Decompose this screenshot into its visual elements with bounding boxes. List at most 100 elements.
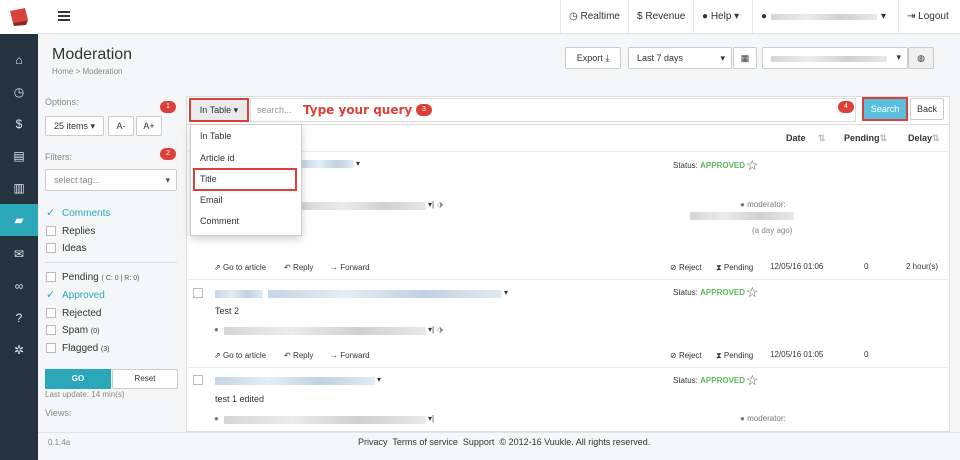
checkbox[interactable]: [46, 308, 56, 318]
comment-article[interactable]: [268, 290, 502, 298]
export-button[interactable]: Export ⤓: [565, 47, 621, 69]
pending-button[interactable]: ⧗ Pending: [716, 351, 753, 361]
search-button[interactable]: Search: [862, 97, 908, 121]
back-button[interactable]: Back: [910, 98, 944, 120]
divider: [45, 262, 177, 263]
checkbox[interactable]: [46, 325, 56, 335]
reset-button[interactable]: Reset: [112, 369, 178, 389]
caret-down-icon[interactable]: ▾|: [428, 200, 434, 209]
col-delay[interactable]: Delay⇅: [908, 133, 940, 144]
forward-link[interactable]: → Forward: [330, 351, 370, 360]
nav-revenue[interactable]: $ Revenue: [628, 0, 693, 34]
search-scope-button[interactable]: In Table ▾: [189, 98, 249, 122]
moderator-label: moderator:: [747, 200, 786, 209]
checkbox[interactable]: [46, 343, 56, 353]
go-to-article-link[interactable]: ⇗ Go to article: [214, 263, 266, 272]
dropdown-item-in-table[interactable]: In Table: [200, 131, 231, 141]
caret-down-icon[interactable]: ▾: [504, 288, 508, 297]
envelope-icon[interactable]: ✉: [0, 238, 38, 270]
comment-author[interactable]: [215, 377, 375, 385]
question-icon[interactable]: ?: [0, 302, 38, 334]
star-icon[interactable]: ☆: [746, 284, 759, 301]
dropdown-item-comment[interactable]: Comment: [200, 216, 239, 226]
row-checkbox[interactable]: [193, 375, 203, 385]
gear-icon[interactable]: ✲: [0, 334, 38, 366]
caret-down-icon[interactable]: ▾|: [428, 325, 434, 334]
filter-pending-label: Pending: [62, 272, 99, 283]
link-icon[interactable]: ∞: [0, 270, 38, 302]
comment-icon[interactable]: ▰: [0, 204, 38, 236]
hourglass-icon: ⧗: [716, 351, 722, 360]
reject-button[interactable]: ⊘ Reject: [670, 351, 702, 360]
terms-link[interactable]: Terms of service: [392, 437, 458, 447]
nav-realtime-label: Realtime: [580, 11, 620, 22]
privacy-link[interactable]: Privacy: [358, 437, 388, 447]
views-label: Views:: [45, 408, 72, 418]
bar-chart-icon[interactable]: ▥: [0, 172, 38, 204]
reply-link[interactable]: ↶ Reply: [284, 351, 313, 360]
dollar-icon[interactable]: $: [0, 108, 38, 140]
items-per-page-value: 25 items: [53, 121, 88, 131]
site-select[interactable]: ▾: [762, 47, 908, 69]
row-checkbox[interactable]: [193, 288, 203, 298]
nav-user[interactable]: ● ▾: [752, 0, 898, 34]
dropdown-item-email[interactable]: Email: [200, 195, 223, 205]
checkbox[interactable]: [46, 226, 56, 236]
user-icon: ●: [214, 325, 219, 334]
filter-spam-label: Spam: [62, 325, 89, 336]
dropdown-item-title[interactable]: Title: [200, 174, 217, 184]
row-delay: 2 hour(s): [906, 262, 939, 271]
items-per-page-select[interactable]: 25 items ▾: [45, 116, 104, 136]
time-ago: (a day ago): [752, 226, 793, 235]
star-icon[interactable]: ☆: [746, 157, 759, 174]
caret-down-icon: ▾: [165, 175, 170, 185]
caret-down-icon[interactable]: ▾|: [428, 414, 434, 423]
document-icon[interactable]: ▤: [0, 140, 38, 172]
star-icon[interactable]: ☆: [746, 372, 759, 389]
go-to-article-label: Go to article: [222, 351, 267, 360]
breadcrumb-home[interactable]: Home: [52, 67, 73, 76]
pending-button[interactable]: ⧗ Pending: [716, 263, 753, 273]
hamburger-menu-icon[interactable]: [58, 11, 70, 21]
reject-button[interactable]: ⊘ Reject: [670, 263, 702, 272]
col-date[interactable]: Date ⇅: [786, 133, 826, 144]
calendar-icon[interactable]: ▦: [733, 47, 757, 69]
home-icon[interactable]: ⌂: [0, 44, 38, 76]
font-larger-button[interactable]: A+: [136, 116, 162, 136]
logo[interactable]: [0, 0, 38, 34]
nav-realtime[interactable]: ◷ Realtime: [560, 0, 628, 34]
nav-logout[interactable]: ⇥ Logout: [898, 0, 960, 34]
reply-link[interactable]: ↶ Reply: [284, 263, 313, 272]
date-range-select[interactable]: Last 7 days ▾: [628, 47, 732, 69]
status-badge: APPROVED: [700, 288, 746, 297]
comment-author[interactable]: [215, 290, 263, 298]
clock-icon[interactable]: ◷: [0, 76, 38, 108]
checkbox[interactable]: [46, 243, 56, 253]
sort-icon: ⇅: [818, 133, 826, 143]
comment-author[interactable]: [302, 160, 354, 168]
row-pending: 0: [864, 350, 869, 359]
forward-link[interactable]: → Forward: [330, 263, 370, 272]
tag-icon[interactable]: ⬗: [437, 200, 443, 209]
font-smaller-button[interactable]: A-: [108, 116, 134, 136]
caret-down-icon: ▾: [896, 52, 901, 62]
page-title: Moderation: [52, 46, 133, 63]
go-button[interactable]: GO: [45, 369, 111, 389]
col-pending[interactable]: Pending⇅: [844, 133, 887, 144]
caret-down-icon[interactable]: ▾: [356, 159, 360, 168]
user-icon: ●: [740, 414, 745, 423]
go-to-article-link[interactable]: ⇗ Go to article: [214, 351, 266, 360]
filter-spam-count: (0): [90, 328, 100, 335]
nav-help[interactable]: ● Help ▾: [693, 0, 747, 34]
globe-icon[interactable]: ◍: [908, 47, 934, 69]
forward-icon: →: [330, 351, 338, 360]
tag-select[interactable]: select tag... ▾: [45, 169, 177, 191]
support-link[interactable]: Support: [463, 437, 495, 447]
caret-down-icon[interactable]: ▾: [377, 375, 381, 384]
external-link-icon: ⇗: [214, 351, 221, 360]
dropdown-item-article-id[interactable]: Article id: [200, 153, 235, 163]
user-icon: ●: [761, 11, 768, 22]
tag-icon[interactable]: ⬗: [437, 325, 443, 334]
search-input[interactable]: search... Type your query: [250, 98, 856, 122]
checkbox[interactable]: [46, 272, 56, 282]
